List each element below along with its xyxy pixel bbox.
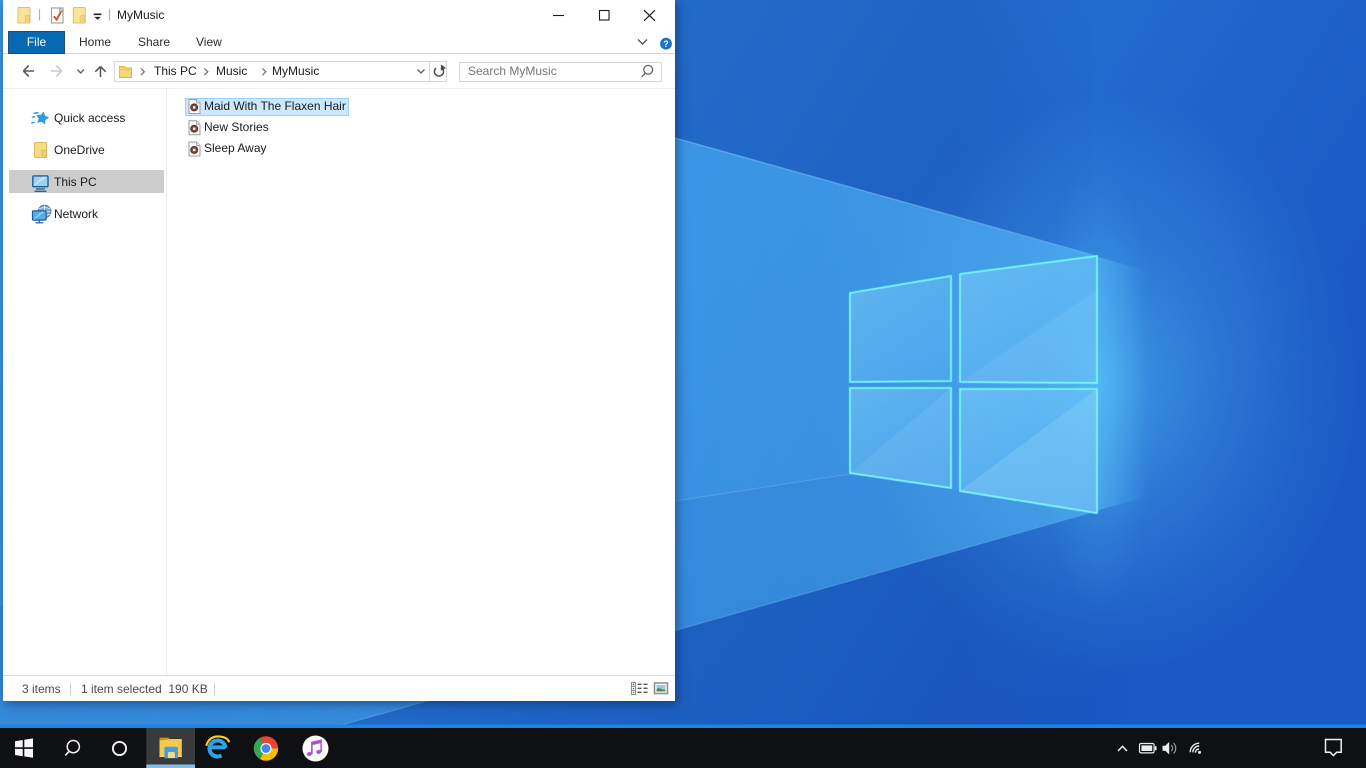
svg-text:?: ?: [663, 39, 669, 49]
